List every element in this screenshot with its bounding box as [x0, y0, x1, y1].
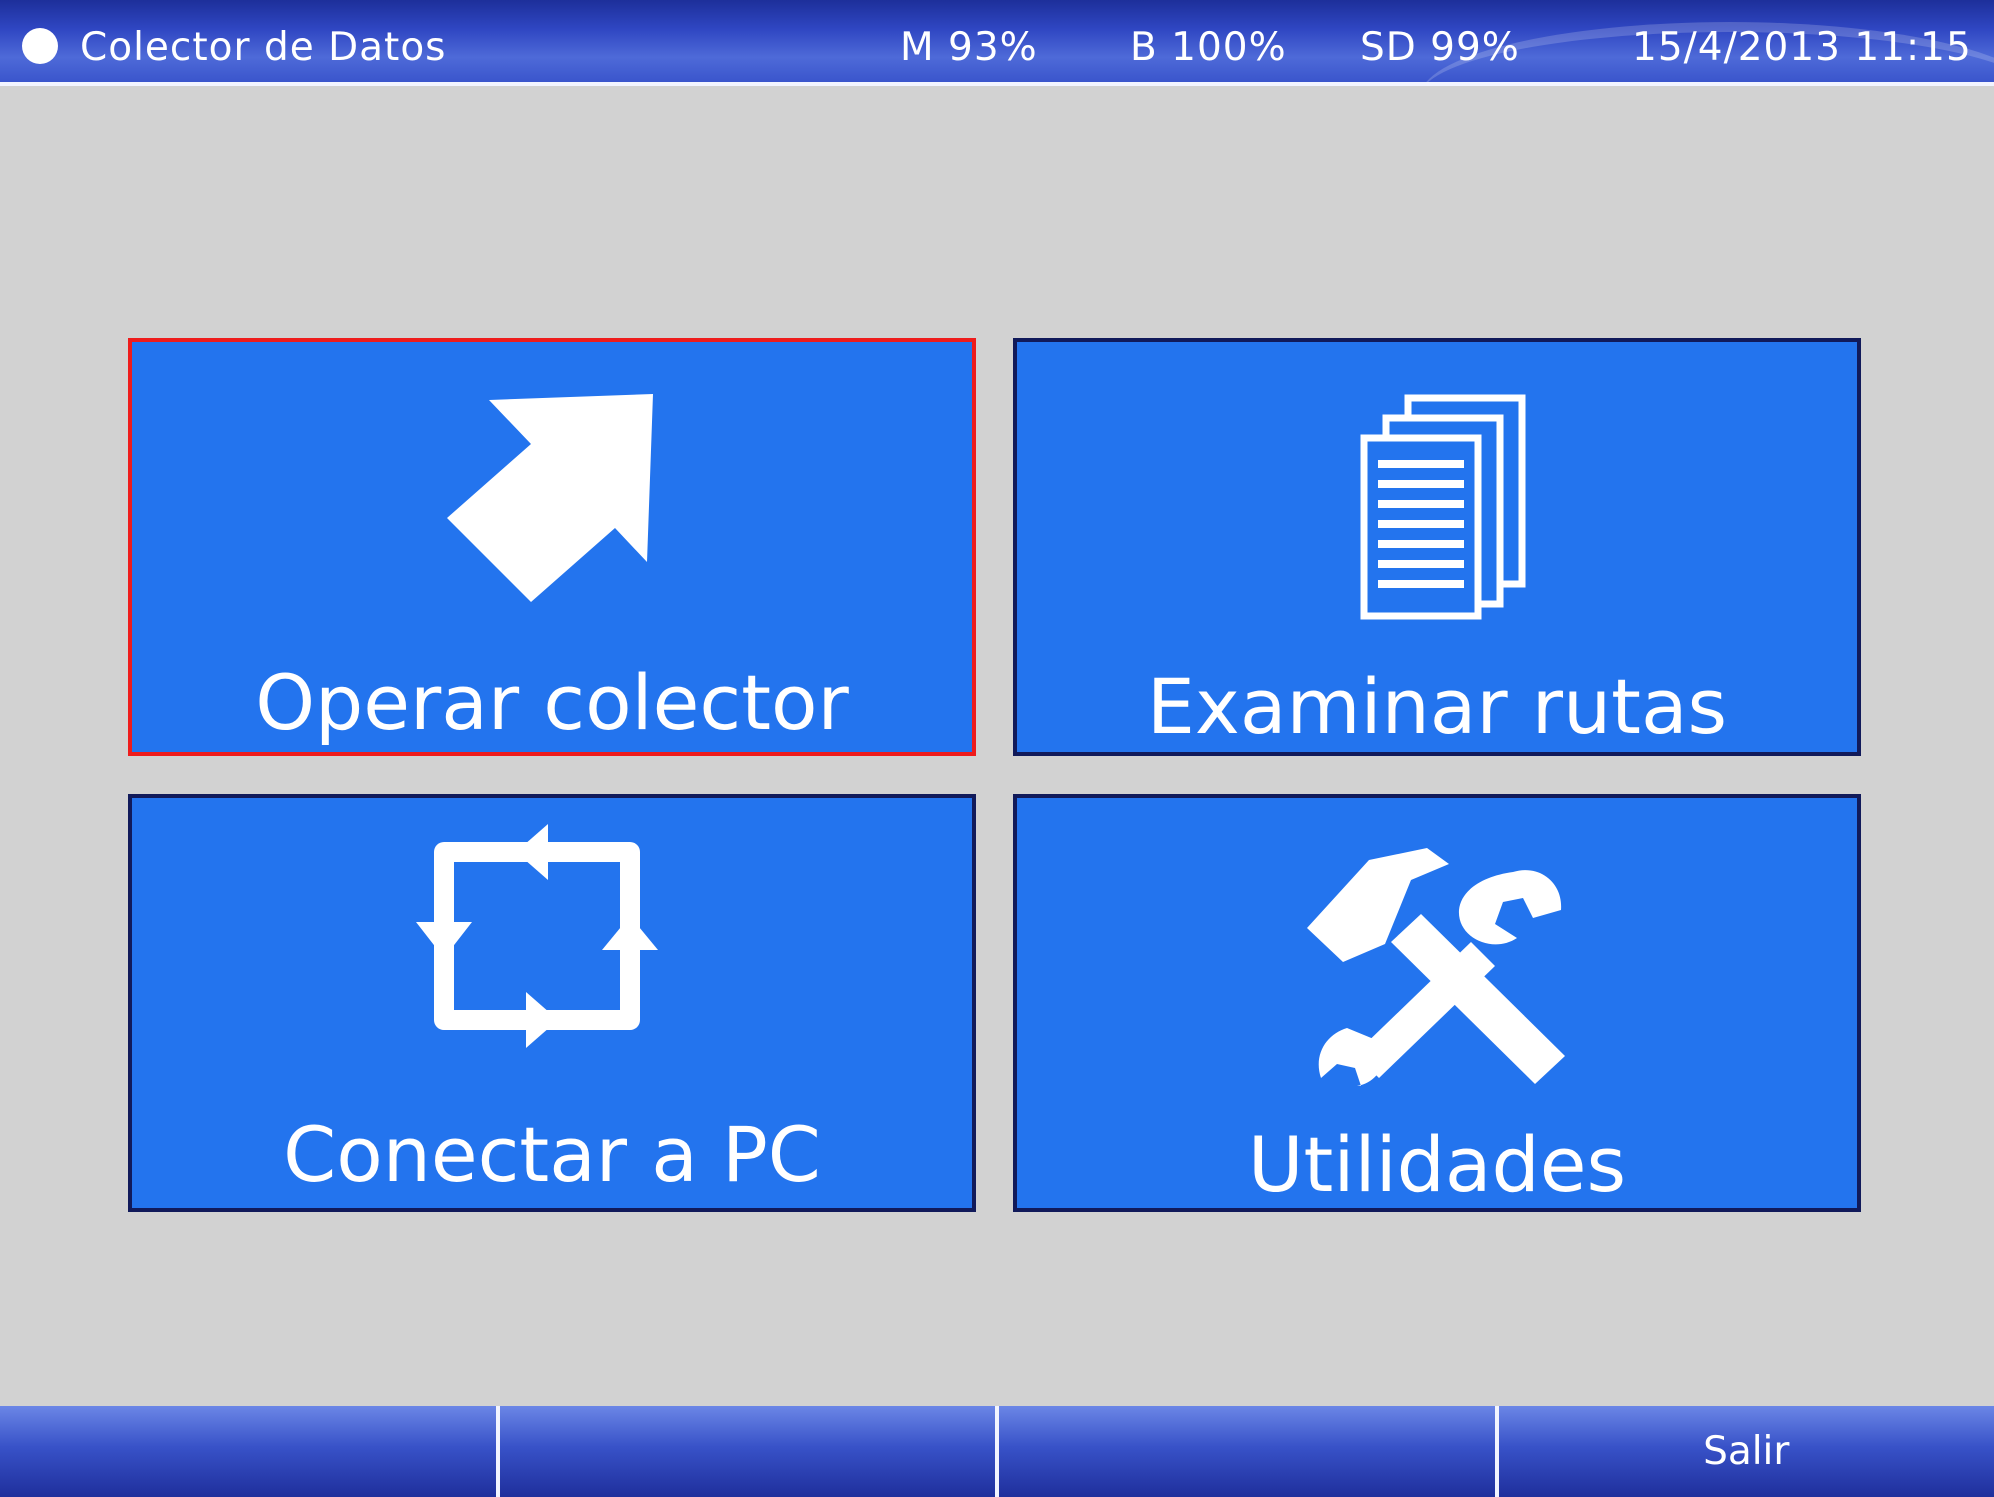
tools-icon: [1307, 848, 1565, 1086]
softkey-2[interactable]: [495, 1406, 995, 1497]
battery-status: B 100%: [1130, 25, 1287, 70]
softkey-3[interactable]: [995, 1406, 1495, 1497]
utilidades-button[interactable]: Utilidades: [1013, 794, 1861, 1212]
arrow-up-right-icon: [447, 394, 653, 602]
tile-label: Operar colector: [255, 658, 849, 747]
tile-label: Utilidades: [1247, 1120, 1627, 1209]
tile-label: Conectar a PC: [283, 1110, 821, 1199]
operar-colector-button[interactable]: Operar colector: [128, 338, 976, 756]
sd-card-status: SD 99%: [1360, 25, 1520, 70]
circle-icon: [22, 28, 58, 64]
softkey-bar: Salir: [0, 1406, 1994, 1497]
status-bar: Colector de Datos M 93% B 100% SD 99% 15…: [0, 0, 1994, 86]
softkey-1[interactable]: [0, 1406, 496, 1497]
app-title: Colector de Datos: [80, 25, 447, 70]
salir-button[interactable]: Salir: [1494, 1406, 1994, 1497]
conectar-pc-button[interactable]: Conectar a PC: [128, 794, 976, 1212]
memory-status: M 93%: [900, 25, 1038, 70]
date-time: 15/4/2013 11:15: [1632, 25, 1972, 70]
documents-icon: [1360, 394, 1526, 620]
tile-label: Examinar rutas: [1146, 662, 1728, 751]
sync-arrows-icon: [416, 824, 658, 1048]
examinar-rutas-button[interactable]: Examinar rutas: [1013, 338, 1861, 756]
